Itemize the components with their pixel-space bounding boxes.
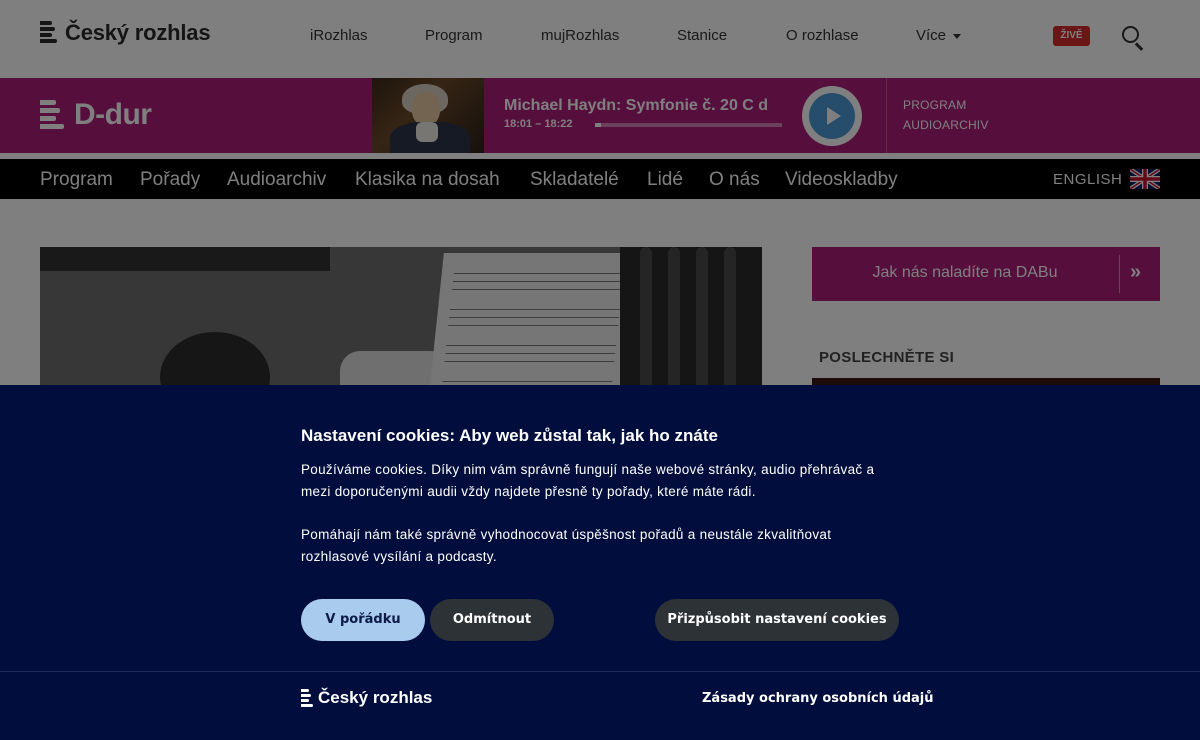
privacy-policy-link[interactable]: Zásady ochrany osobních údajů (702, 691, 934, 706)
cookie-brand-logo-icon (301, 689, 313, 707)
cookie-customize-button[interactable]: Přizpůsobit nastavení cookies (655, 599, 899, 641)
cookie-accept-button[interactable]: V pořádku (301, 599, 425, 641)
cookie-divider (0, 671, 1200, 672)
cookie-brand-name: Český rozhlas (318, 688, 433, 707)
cookie-reject-button[interactable]: Odmítnout (430, 599, 554, 641)
cookie-brand-logo: Český rozhlas (301, 688, 432, 708)
cookie-paragraph-1: Používáme cookies. Díky nim vám správně … (301, 462, 875, 499)
cookie-paragraph-2: Pomáhají nám také správně vyhodnocovat ú… (301, 527, 832, 564)
page-dim-overlay (0, 0, 1200, 385)
cookie-title: Nastavení cookies: Aby web zůstal tak, j… (301, 426, 718, 445)
cookie-dialog: Nastavení cookies: Aby web zůstal tak, j… (0, 385, 1200, 740)
